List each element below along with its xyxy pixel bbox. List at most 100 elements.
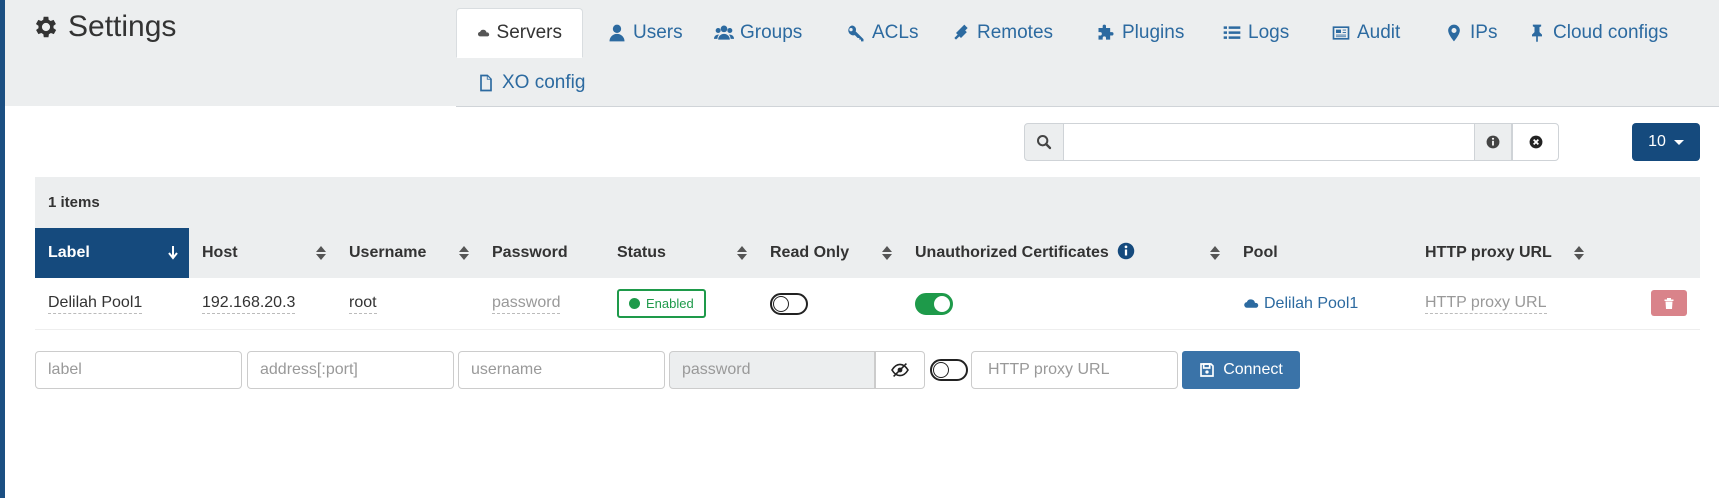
- trash-icon: [1664, 297, 1674, 309]
- caret-down-icon: [1673, 139, 1684, 145]
- cell-pool: Delilah Pool1: [1230, 278, 1358, 329]
- column-unauthorized-certificates[interactable]: Unauthorized Certificates: [902, 228, 1230, 278]
- label-value[interactable]: Delilah Pool1: [48, 294, 143, 314]
- toggle-password-visibility-button[interactable]: [875, 351, 925, 389]
- column-label[interactable]: Label: [35, 228, 189, 278]
- cell-unauthorized-certificates: [902, 278, 953, 329]
- plug-icon: [954, 24, 968, 40]
- info-circle-icon: [1486, 135, 1500, 149]
- tab-users[interactable]: Users: [587, 8, 703, 58]
- search-clear-button[interactable]: [1512, 123, 1559, 161]
- host-value[interactable]: 192.168.20.3: [202, 294, 296, 314]
- column-read-only-text: Read Only: [770, 244, 850, 261]
- tab-label: Cloud configs: [1553, 22, 1669, 43]
- tab-remotes[interactable]: Remotes: [931, 8, 1073, 58]
- column-password: Password: [479, 228, 604, 278]
- map-marker-icon: [1448, 24, 1460, 42]
- search-icon: [1037, 135, 1052, 150]
- search-bar: [1024, 123, 1559, 161]
- tab-label: Remotes: [977, 22, 1054, 43]
- file-icon: [480, 74, 492, 92]
- newspaper-icon: [1332, 26, 1350, 40]
- sort-icon: [882, 246, 892, 260]
- connect-label: Connect: [1223, 361, 1283, 378]
- read-only-toggle[interactable]: [770, 292, 808, 315]
- cell-label: Delilah Pool1: [35, 278, 143, 329]
- cell-host: 192.168.20.3: [189, 278, 296, 329]
- tab-label: Users: [633, 22, 683, 43]
- tab-label: Logs: [1248, 22, 1290, 43]
- settings-tabs: Servers Users Groups ACLs Remotes Plugin…: [456, 8, 1719, 107]
- cell-password: password: [479, 278, 561, 329]
- cell-http-proxy-url: HTTP proxy URL: [1412, 278, 1547, 329]
- table-row: Delilah Pool1 192.168.20.3 root password…: [35, 278, 1700, 330]
- label-input[interactable]: [35, 351, 242, 389]
- status-dot-icon: [629, 298, 640, 309]
- address-input[interactable]: [247, 351, 454, 389]
- column-read-only[interactable]: Read Only: [757, 228, 902, 278]
- gear-icon: [35, 16, 57, 38]
- tab-label: IPs: [1470, 22, 1498, 43]
- tab-label: Audit: [1357, 22, 1401, 43]
- status-badge[interactable]: Enabled: [617, 289, 706, 318]
- thumbtack-icon: [1532, 24, 1542, 43]
- item-count: 1 items: [35, 177, 1700, 228]
- column-label-text: Label: [48, 244, 90, 261]
- search-button[interactable]: [1024, 123, 1064, 161]
- status-text: Enabled: [646, 296, 694, 311]
- page-size-value: 10: [1648, 133, 1666, 150]
- cell-read-only: [757, 278, 808, 329]
- pool-link[interactable]: Delilah Pool1: [1264, 295, 1358, 313]
- http-proxy-url-input[interactable]: [971, 351, 1178, 389]
- close-circle-icon: [1529, 135, 1542, 149]
- page-size-dropdown[interactable]: 10: [1632, 123, 1700, 161]
- password-input[interactable]: [669, 351, 875, 389]
- info-circle-icon[interactable]: [1117, 242, 1135, 260]
- column-password-text: Password: [492, 244, 568, 261]
- column-pool-text: Pool: [1243, 244, 1278, 261]
- tab-servers[interactable]: Servers: [456, 8, 583, 58]
- column-http-proxy-url-text: HTTP proxy URL: [1425, 244, 1552, 261]
- delete-server-button[interactable]: [1651, 290, 1687, 316]
- search-input[interactable]: [1064, 123, 1474, 161]
- column-username[interactable]: Username: [336, 228, 479, 278]
- unauthorized-certificates-new-toggle[interactable]: [930, 359, 968, 381]
- tab-ips[interactable]: IPs: [1424, 8, 1517, 58]
- tab-audit[interactable]: Audit: [1311, 8, 1420, 58]
- column-host-text: Host: [202, 244, 238, 261]
- save-icon: [1200, 363, 1215, 377]
- tab-plugins[interactable]: Plugins: [1076, 8, 1204, 58]
- tab-cloud-configs[interactable]: Cloud configs: [1507, 8, 1688, 58]
- username-input[interactable]: [458, 351, 665, 389]
- username-value[interactable]: root: [349, 294, 377, 314]
- arrow-down-icon: [168, 246, 178, 260]
- column-unauthorized-certificates-text: Unauthorized Certificates: [915, 244, 1109, 261]
- http-proxy-url-value[interactable]: HTTP proxy URL: [1425, 294, 1547, 314]
- sort-icon: [737, 246, 747, 260]
- sort-icon: [1574, 246, 1584, 260]
- sort-icon: [316, 246, 326, 260]
- cell-status: Enabled: [604, 278, 706, 329]
- sort-icon: [1210, 246, 1220, 260]
- users-icon: [714, 25, 734, 40]
- tab-label: XO config: [502, 72, 586, 93]
- column-http-proxy-url[interactable]: HTTP proxy URL: [1412, 228, 1594, 278]
- unauthorized-certificates-toggle[interactable]: [915, 292, 953, 315]
- connect-button[interactable]: Connect: [1182, 351, 1300, 389]
- column-host[interactable]: Host: [189, 228, 336, 278]
- tab-groups[interactable]: Groups: [694, 8, 822, 58]
- search-info-button[interactable]: [1474, 123, 1512, 161]
- puzzle-icon: [1098, 24, 1114, 40]
- cell-username: root: [336, 278, 377, 329]
- tab-xo-config[interactable]: XO config: [456, 58, 605, 108]
- key-icon: [848, 25, 864, 42]
- tab-label: Plugins: [1122, 22, 1185, 43]
- servers-table: 1 items Label Host Username Password Sta…: [35, 177, 1700, 330]
- tab-label: Groups: [740, 22, 803, 43]
- tab-logs[interactable]: Logs: [1202, 8, 1309, 58]
- cloud-icon: [1244, 299, 1259, 308]
- column-status[interactable]: Status: [604, 228, 757, 278]
- tab-acls[interactable]: ACLs: [826, 8, 938, 58]
- password-value[interactable]: password: [492, 294, 561, 314]
- column-username-text: Username: [349, 244, 427, 261]
